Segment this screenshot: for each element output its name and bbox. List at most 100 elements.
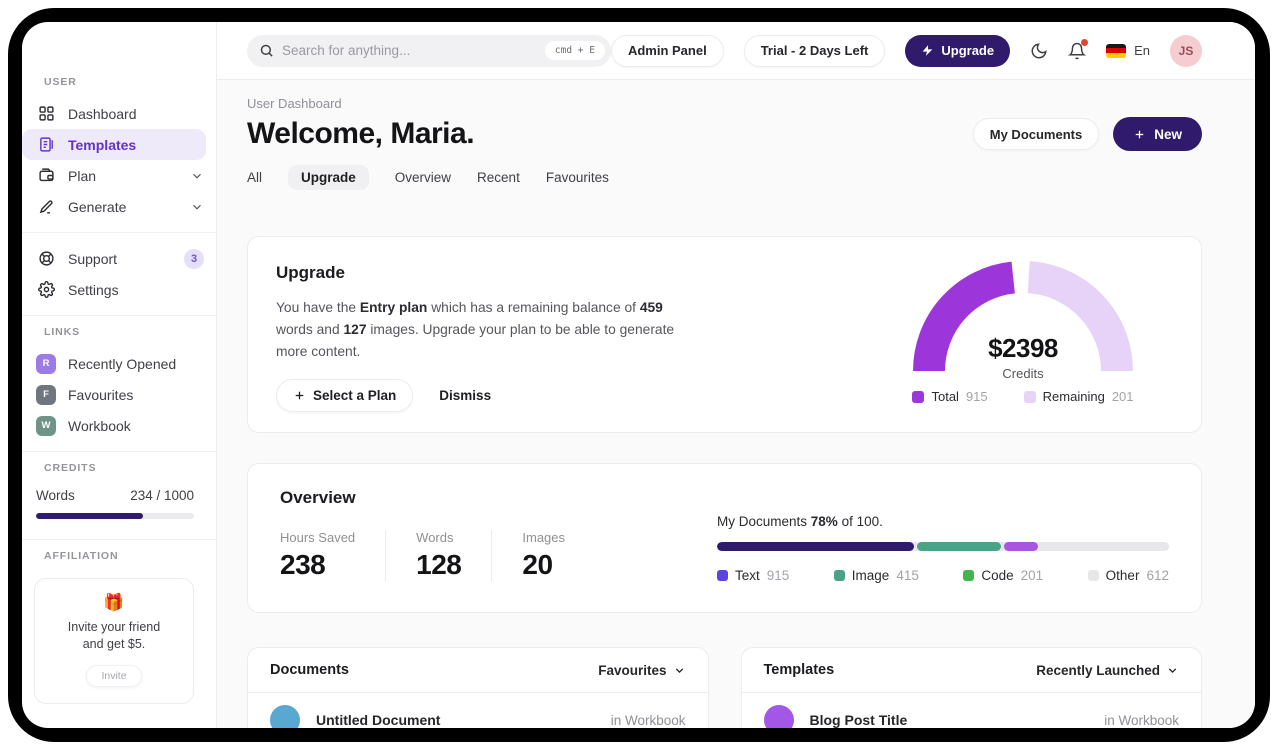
search-input[interactable] (282, 43, 545, 58)
legend-swatch (717, 570, 728, 581)
templates-filter-label: Recently Launched (1036, 662, 1160, 678)
stat-value: 238 (280, 549, 326, 580)
upgrade-card-body: You have the Entry plan which has a rema… (276, 297, 686, 363)
tab-favourites[interactable]: Favourites (546, 165, 609, 190)
new-button[interactable]: New (1113, 117, 1202, 151)
tab-upgrade[interactable]: Upgrade (288, 165, 369, 190)
sidebar-link-workbook[interactable]: W Workbook (22, 410, 216, 441)
upgrade-button[interactable]: Upgrade (905, 34, 1011, 67)
notifications-button[interactable] (1068, 38, 1089, 60)
admin-panel-button[interactable]: Admin Panel (610, 34, 724, 67)
sidebar-section-affiliation: AFFILIATION (44, 550, 119, 562)
documents-filter-dropdown[interactable]: Favourites (598, 663, 685, 678)
sidebar-item-label: Generate (68, 198, 127, 215)
user-avatar[interactable]: JS (1170, 34, 1202, 67)
overview-legend: Text 915 Image 415 Code 201 Other 612 (717, 568, 1169, 583)
sidebar-divider (22, 539, 216, 540)
tab-all[interactable]: All (247, 165, 262, 190)
sidebar-item-settings[interactable]: Settings (22, 274, 216, 305)
app-window: USER Dashboard Templates Plan Generate S… (22, 22, 1255, 728)
sidebar-item-support[interactable]: Support 3 (22, 243, 216, 274)
templates-card-header: Templates Recently Launched (741, 648, 1201, 693)
filter-tabs: All Upgrade Overview Recent Favourites (247, 165, 1202, 190)
tab-recent[interactable]: Recent (477, 165, 520, 190)
stat-images: Images 20 (522, 530, 595, 581)
legend-value: 915 (766, 568, 790, 583)
chevron-down-icon (190, 200, 204, 214)
sidebar-link-recently-opened[interactable]: R Recently Opened (22, 348, 216, 379)
legend-total: Total 915 (912, 389, 988, 404)
body-bold: 459 (639, 300, 663, 315)
legend-label: Other (1105, 568, 1140, 583)
bolt-icon (921, 44, 934, 57)
sidebar-section-credits: CREDITS (44, 462, 97, 474)
invite-button[interactable]: Invite (86, 664, 142, 687)
bar-segment-code (1004, 542, 1038, 551)
template-list-item[interactable]: Blog Post Title in Workbook (742, 693, 1202, 728)
sidebar-section-user: USER (44, 76, 77, 88)
stat-value: 128 (416, 549, 462, 580)
main-column: cmd + E Admin Panel Trial - 2 Days Left … (217, 22, 1255, 728)
notification-dot (1081, 38, 1089, 46)
dismiss-button[interactable]: Dismiss (439, 388, 491, 403)
search-shortcut-badge: cmd + E (544, 41, 605, 60)
sidebar-item-generate[interactable]: Generate (22, 191, 216, 222)
document-title: Untitled Document (316, 712, 441, 728)
progress-prefix: My Documents (717, 514, 811, 529)
legend-label: Remaining (1042, 389, 1105, 404)
overview-card-title: Overview (280, 488, 356, 507)
affiliation-card: 🎁 Invite your friend and get $5. Invite (34, 578, 194, 704)
legend-swatch (1087, 570, 1099, 581)
sidebar-link-label: Workbook (68, 417, 131, 434)
overview-card: Overview Hours Saved 238 Words 128 Image… (247, 463, 1202, 613)
search-bar[interactable]: cmd + E (247, 34, 611, 67)
sidebar-divider (22, 451, 216, 452)
affiliation-text: Invite your friend and get $5. (45, 619, 183, 653)
language-selector[interactable] (1106, 43, 1127, 58)
document-location: in Workbook (610, 712, 686, 728)
sidebar-link-label: Favourites (68, 386, 134, 403)
language-label[interactable]: En (1134, 43, 1150, 58)
legend-swatch (833, 570, 845, 581)
sidebar-link-favourites[interactable]: F Favourites (22, 379, 216, 410)
body-bold: Entry plan (359, 300, 428, 315)
legend-remaining: Remaining 201 (1023, 389, 1134, 404)
documents-card: Documents Favourites Untitled Document i… (247, 647, 709, 728)
document-list-item[interactable]: Untitled Document in Workbook (248, 693, 708, 728)
bar-segment-other (1040, 542, 1169, 551)
my-documents-button[interactable]: My Documents (972, 118, 1100, 150)
stat-label: Images (522, 530, 566, 545)
sidebar-item-label: Plan (68, 167, 97, 184)
legend-other: Other 612 (1087, 568, 1169, 583)
progress-suffix: of 100. (837, 514, 883, 529)
documents-filter-label: Favourites (598, 662, 667, 678)
trial-status-button[interactable]: Trial - 2 Days Left (743, 34, 886, 67)
templates-filter-dropdown[interactable]: Recently Launched (1036, 663, 1179, 678)
credits-progress-bar (36, 513, 194, 519)
sidebar-item-label: Support (68, 250, 118, 267)
select-plan-button[interactable]: Select a Plan (276, 379, 414, 413)
dark-mode-toggle[interactable] (1030, 42, 1048, 60)
sidebar-item-templates[interactable]: Templates (22, 129, 206, 160)
legend-text: Text 915 (717, 568, 789, 583)
sidebar-item-label: Settings (68, 281, 119, 298)
legend-swatch (912, 390, 925, 403)
legend-image: Image 415 (833, 568, 919, 583)
sidebar-item-label: Templates (68, 136, 137, 153)
stacked-progress-bar (717, 542, 1169, 551)
new-button-label: New (1154, 126, 1182, 142)
body-bold: 127 (343, 322, 367, 338)
template-title: Blog Post Title (809, 712, 908, 728)
body-text: which has a remaining balance of (427, 300, 640, 315)
documents-progress-label: My Documents 78% of 100. (717, 514, 1169, 529)
tab-overview[interactable]: Overview (395, 165, 451, 190)
templates-icon (36, 135, 56, 155)
credits-row: Words 234 / 1000 (22, 488, 216, 503)
sidebar-item-plan[interactable]: Plan (22, 160, 216, 191)
sidebar-divider (22, 315, 216, 316)
legend-label: Text (735, 568, 760, 583)
sidebar-item-dashboard[interactable]: Dashboard (22, 98, 216, 129)
legend-swatch (963, 570, 975, 581)
title-row: Welcome, Maria. My Documents New (247, 117, 1202, 151)
progress-percent: 78% (810, 514, 838, 529)
